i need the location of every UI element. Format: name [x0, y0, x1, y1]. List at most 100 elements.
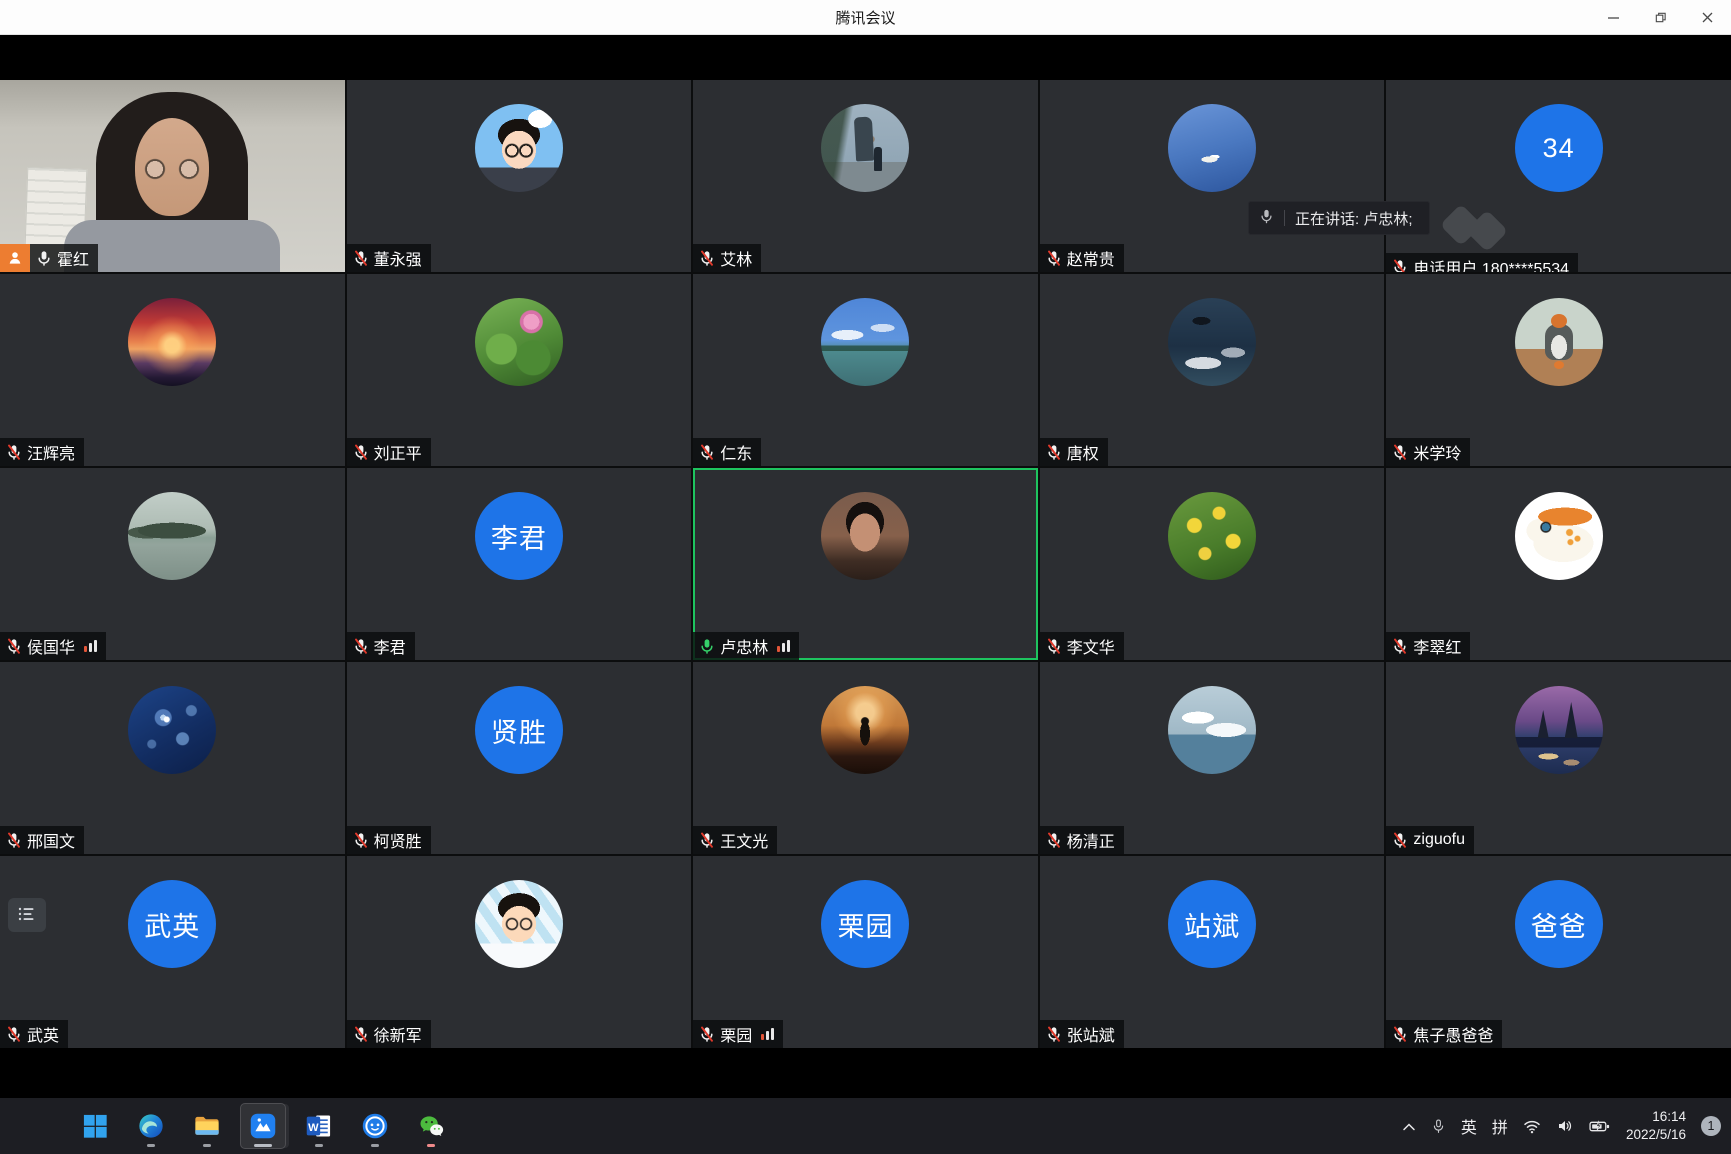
- participant-label: 武英: [0, 1020, 68, 1048]
- participant-tile[interactable]: 邢国文: [0, 662, 345, 854]
- name-label-row: 刘正平: [347, 438, 431, 466]
- mic-muted-icon: [699, 1026, 715, 1042]
- name-label-row: 徐新军: [347, 1020, 431, 1048]
- name-label-row: 武英: [0, 1020, 68, 1048]
- participant-tile[interactable]: 站斌张站斌: [1040, 856, 1385, 1048]
- mic-muted-icon: [1392, 638, 1408, 654]
- participant-tile[interactable]: 艾林: [693, 80, 1038, 272]
- taskbar-wechat[interactable]: [408, 1103, 454, 1149]
- participant-name: ziguofu: [1413, 831, 1465, 849]
- participant-label: 栗园: [693, 1020, 783, 1048]
- restore-button[interactable]: [1637, 0, 1684, 34]
- taskbar-file-explorer[interactable]: [184, 1103, 230, 1149]
- participant-label: ziguofu: [1386, 826, 1474, 854]
- participant-tile[interactable]: 李文华: [1040, 468, 1385, 660]
- wifi-icon[interactable]: [1523, 1119, 1541, 1134]
- participant-label: 邢国文: [0, 826, 84, 854]
- participant-tile[interactable]: 徐新军: [347, 856, 692, 1048]
- participant-name: 李文华: [1067, 634, 1115, 658]
- name-label-row: 赵常贵: [1040, 244, 1124, 272]
- mic-muted-icon: [6, 444, 22, 460]
- participant-label: 董永强: [347, 244, 431, 272]
- network-signal-icon: [761, 1028, 774, 1040]
- photo-avatar: [1168, 104, 1256, 192]
- battery-charging-icon[interactable]: [1589, 1119, 1611, 1134]
- window-titlebar: 腾讯会议: [0, 0, 1731, 35]
- volume-icon[interactable]: [1556, 1118, 1574, 1134]
- name-label-row: 艾林: [693, 244, 761, 272]
- participant-tile[interactable]: 仁东: [693, 274, 1038, 466]
- speaking-toast-text: 正在讲话: 卢忠林;: [1295, 208, 1413, 229]
- participant-tile[interactable]: 侯国华: [0, 468, 345, 660]
- member-list-button[interactable]: [8, 898, 46, 932]
- name-label-row: 汪辉亮: [0, 438, 84, 466]
- participant-tile[interactable]: 董永强: [347, 80, 692, 272]
- participant-tile[interactable]: 赵常贵: [1040, 80, 1385, 272]
- running-indicator: [254, 1144, 272, 1147]
- participant-tile[interactable]: 杨清正: [1040, 662, 1385, 854]
- taskbar-apps: W: [72, 1098, 454, 1154]
- mic-muted-icon: [699, 444, 715, 460]
- notification-badge[interactable]: 1: [1701, 1116, 1721, 1136]
- participant-tile[interactable]: 汪辉亮: [0, 274, 345, 466]
- participant-tile[interactable]: 爸爸焦子愚爸爸: [1386, 856, 1731, 1048]
- taskbar-clock[interactable]: 16:14 2022/5/16: [1626, 1108, 1686, 1144]
- taskbar-windows-start[interactable]: [72, 1103, 118, 1149]
- photo-avatar: [1515, 298, 1603, 386]
- participant-label: 汪辉亮: [0, 438, 84, 466]
- name-label-row: 李翠红: [1386, 632, 1470, 660]
- taskbar-tencent-meeting[interactable]: [240, 1103, 286, 1149]
- participant-tile[interactable]: 霍红: [0, 80, 345, 272]
- name-label-row: 张站斌: [1040, 1020, 1124, 1048]
- host-person-badge-icon: [0, 244, 30, 272]
- participant-name: 徐新军: [374, 1022, 422, 1046]
- window-controls: [1590, 0, 1731, 34]
- mic-muted-icon: [1046, 1026, 1062, 1042]
- participant-tile[interactable]: 米学玲: [1386, 274, 1731, 466]
- name-label-row: 仁东: [693, 438, 761, 466]
- participant-tile[interactable]: 刘正平: [347, 274, 692, 466]
- participant-name: 米学玲: [1413, 440, 1461, 464]
- participant-tile[interactable]: 栗园栗园: [693, 856, 1038, 1048]
- minimize-button[interactable]: [1590, 0, 1637, 34]
- ime-pinyin-indicator[interactable]: 拼: [1492, 1114, 1508, 1138]
- mic-muted-icon: [1046, 638, 1062, 654]
- participant-tile[interactable]: 李翠红: [1386, 468, 1731, 660]
- name-label-row: 邢国文: [0, 826, 84, 854]
- name-label-row: 杨清正: [1040, 826, 1124, 854]
- photo-avatar: [1168, 492, 1256, 580]
- participant-label: 焦子愚爸爸: [1386, 1020, 1502, 1048]
- photo-avatar: [475, 880, 563, 968]
- clock-time: 16:14: [1626, 1108, 1686, 1126]
- participant-name: 侯国华: [27, 634, 75, 658]
- participant-tile[interactable]: 李君李君: [347, 468, 692, 660]
- participant-name: 霍红: [57, 246, 89, 270]
- participant-tile[interactable]: 贤胜柯贤胜: [347, 662, 692, 854]
- ime-language-indicator[interactable]: 英: [1461, 1114, 1477, 1138]
- participant-tile[interactable]: 王文光: [693, 662, 1038, 854]
- participant-tile[interactable]: 卢忠林: [693, 468, 1038, 660]
- name-label-row: 霍红: [0, 244, 98, 272]
- close-button[interactable]: [1684, 0, 1731, 34]
- running-indicator: [315, 1144, 323, 1147]
- participant-name: 汪辉亮: [27, 440, 75, 464]
- photo-avatar: [1168, 298, 1256, 386]
- network-signal-icon: [84, 640, 97, 652]
- tray-microphone-icon[interactable]: [1431, 1118, 1446, 1134]
- mic-speaking-icon: [699, 638, 715, 654]
- tray-chevron-up-icon[interactable]: [1402, 1122, 1416, 1131]
- photo-avatar: [1515, 492, 1603, 580]
- participant-tile[interactable]: 武英武英: [0, 856, 345, 1048]
- mic-muted-icon: [6, 1026, 22, 1042]
- mic-on-icon: [36, 250, 52, 266]
- participant-tile[interactable]: ziguofu: [1386, 662, 1731, 854]
- running-indicator: [147, 1144, 155, 1147]
- window-title: 腾讯会议: [835, 7, 895, 28]
- taskbar-edge-browser[interactable]: [128, 1103, 174, 1149]
- taskbar-robot-app[interactable]: [352, 1103, 398, 1149]
- photo-avatar: [821, 492, 909, 580]
- participant-tile[interactable]: 唐权: [1040, 274, 1385, 466]
- participant-label: 米学玲: [1386, 438, 1470, 466]
- taskbar-word[interactable]: W: [296, 1103, 342, 1149]
- mic-muted-icon: [6, 638, 22, 654]
